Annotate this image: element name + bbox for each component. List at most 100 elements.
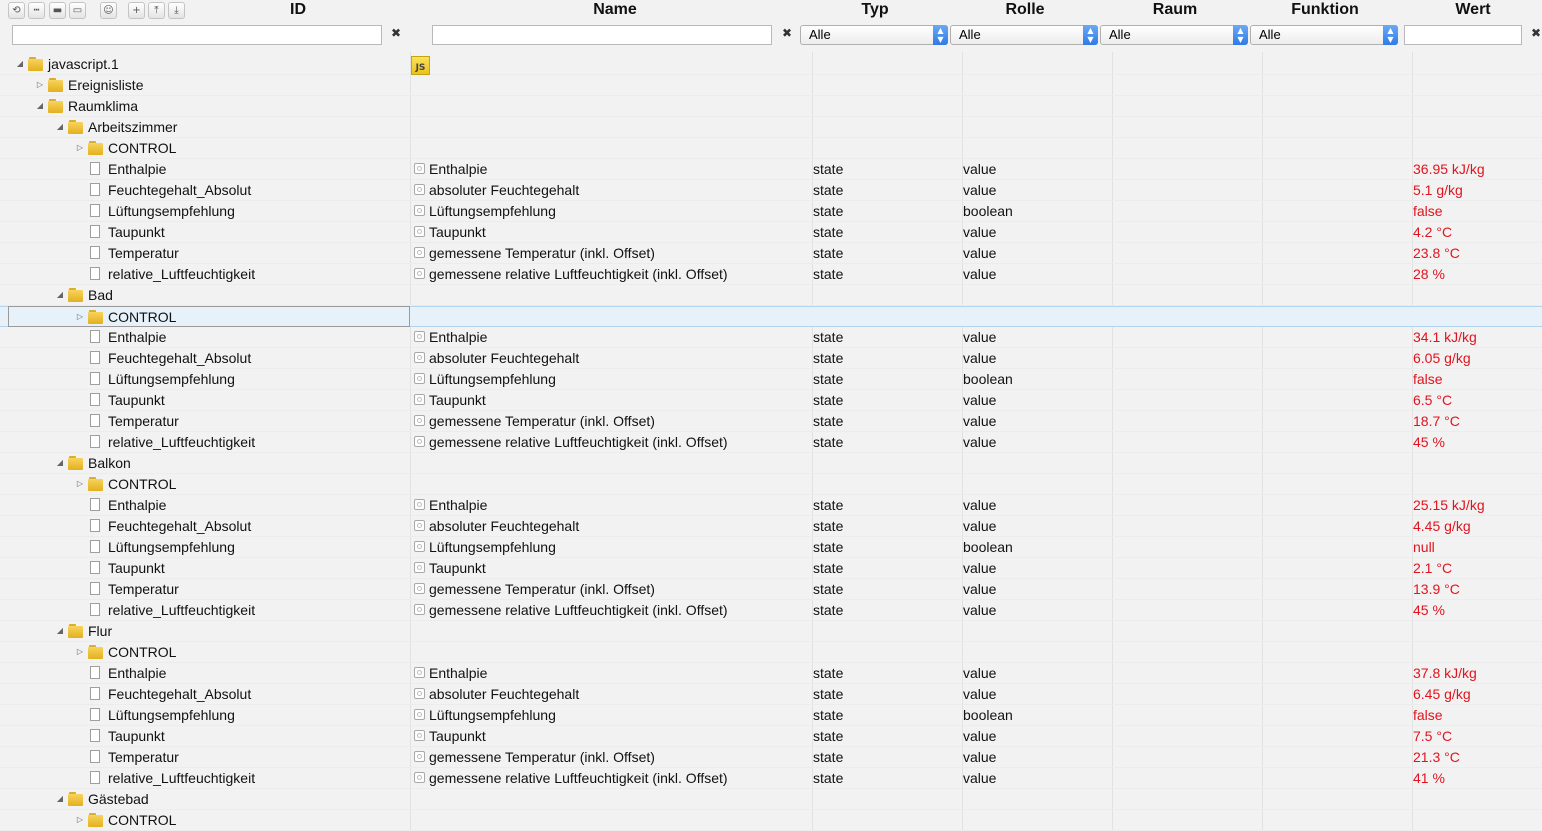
wert-cell[interactable]: 25.15 kJ/kg — [1413, 495, 1485, 515]
name-filter-clear-icon[interactable]: ✖ — [779, 25, 795, 41]
list-icon[interactable]: ┅ — [28, 2, 45, 19]
name-cell[interactable]: absoluter Feuchtegehalt — [414, 348, 579, 368]
tree-row[interactable]: Taupunkt Taupunkt state value 2.1 °C — [0, 558, 1542, 579]
raum-filter-select[interactable]: Alle ▲ ▼ — [1100, 25, 1248, 45]
column-header-typ[interactable]: Typ — [800, 0, 950, 22]
name-cell[interactable]: gemessene Temperatur (inkl. Offset) — [414, 243, 655, 263]
name-cell[interactable]: Taupunkt — [414, 726, 486, 746]
name-cell[interactable]: Taupunkt — [414, 222, 486, 242]
tree-row[interactable]: Lüftungsempfehlung Lüftungsempfehlung stat… — [0, 537, 1542, 558]
tree-row[interactable]: Temperatur gemessene Temperatur (inkl. Of… — [0, 579, 1542, 600]
collapsed-triangle-icon[interactable]: ▷ — [74, 474, 86, 494]
id-cell[interactable]: ▷ CONTROL — [74, 138, 177, 158]
id-cell[interactable]: relative_Luftfeuchtigkeit — [74, 264, 255, 284]
wert-cell[interactable]: 23.8 °C — [1413, 243, 1460, 263]
expanded-triangle-icon[interactable]: ◢ — [54, 285, 66, 305]
tree-row[interactable]: ◢ javascript.1 JS — [0, 54, 1542, 75]
wert-cell[interactable]: 18.7 °C — [1413, 411, 1460, 431]
id-cell[interactable]: ◢ Arbeitszimmer — [54, 117, 178, 137]
expanded-triangle-icon[interactable]: ◢ — [14, 54, 26, 74]
id-cell[interactable]: Lüftungsempfehlung — [74, 369, 235, 389]
rolle-filter-select[interactable]: Alle ▲ ▼ — [950, 25, 1098, 45]
column-header-rolle[interactable]: Rolle — [950, 0, 1100, 22]
tree-row[interactable]: Enthalpie Enthalpie state value 37.8 kJ/kg — [0, 663, 1542, 684]
wert-cell[interactable]: 6.45 g/kg — [1413, 684, 1471, 704]
id-filter-input[interactable] — [12, 25, 382, 45]
column-header-funktion[interactable]: Funktion — [1250, 0, 1400, 22]
refresh-icon[interactable]: ⟲ — [8, 2, 25, 19]
name-cell[interactable]: Taupunkt — [414, 390, 486, 410]
column-header-raum[interactable]: Raum — [1100, 0, 1250, 22]
tree-row[interactable]: Lüftungsempfehlung Lüftungsempfehlung stat… — [0, 369, 1542, 390]
tree-row[interactable]: Temperatur gemessene Temperatur (inkl. Of… — [0, 411, 1542, 432]
name-cell[interactable]: gemessene relative Luftfeuchtigkeit (ink… — [414, 264, 728, 284]
expanded-triangle-icon[interactable]: ◢ — [54, 453, 66, 473]
tree-row[interactable]: relative_Luftfeuchtigkeit gemessene relat… — [0, 264, 1542, 285]
id-cell[interactable]: Temperatur — [74, 411, 179, 431]
column-header-wert[interactable]: Wert — [1403, 0, 1542, 22]
id-cell[interactable]: ▷ Ereignisliste — [34, 75, 144, 95]
tree-row[interactable]: ◢ Arbeitszimmer — [0, 117, 1542, 138]
folder-closed-icon[interactable]: ▬ — [49, 2, 66, 19]
wert-cell[interactable]: 21.3 °C — [1413, 747, 1460, 767]
tree-row[interactable]: Taupunkt Taupunkt state value 7.5 °C — [0, 726, 1542, 747]
id-cell[interactable]: Lüftungsempfehlung — [74, 537, 235, 557]
id-cell[interactable]: Temperatur — [74, 579, 179, 599]
tree-row[interactable]: relative_Luftfeuchtigkeit gemessene relat… — [0, 432, 1542, 453]
name-cell[interactable]: gemessene relative Luftfeuchtigkeit (ink… — [414, 768, 728, 788]
id-cell[interactable]: ▷ CONTROL — [74, 810, 177, 830]
wert-cell[interactable]: 2.1 °C — [1413, 558, 1452, 578]
tree-row[interactable]: Lüftungsempfehlung Lüftungsempfehlung stat… — [0, 705, 1542, 726]
id-cell[interactable]: Enthalpie — [74, 327, 166, 347]
id-cell[interactable]: Temperatur — [74, 747, 179, 767]
wert-cell[interactable]: false — [1413, 705, 1443, 725]
collapsed-triangle-icon[interactable]: ▷ — [74, 307, 86, 327]
name-cell[interactable]: Taupunkt — [414, 558, 486, 578]
id-cell[interactable]: Feuchtegehalt_Absolut — [74, 516, 251, 536]
collapsed-triangle-icon[interactable]: ▷ — [74, 810, 86, 830]
tree-row[interactable]: relative_Luftfeuchtigkeit gemessene relat… — [0, 600, 1542, 621]
funktion-filter-select[interactable]: Alle ▲ ▼ — [1250, 25, 1398, 45]
collapsed-triangle-icon[interactable]: ▷ — [74, 138, 86, 158]
tree-row[interactable]: ▷ CONTROL — [0, 642, 1542, 663]
id-cell[interactable]: Feuchtegehalt_Absolut — [74, 684, 251, 704]
tree-row[interactable]: Enthalpie Enthalpie state value 36.95 kJ/kg — [0, 159, 1542, 180]
typ-filter-select[interactable]: Alle ▲ ▼ — [800, 25, 948, 45]
wert-cell[interactable]: null — [1413, 537, 1435, 557]
tree-row[interactable]: ▷ CONTROL — [0, 474, 1542, 495]
id-filter-clear-icon[interactable]: ✖ — [388, 25, 404, 41]
id-cell[interactable]: ◢ Bad — [54, 285, 113, 305]
tree-row[interactable]: Enthalpie Enthalpie state value 25.15 kJ/kg — [0, 495, 1542, 516]
tree-row[interactable]: ▷ Ereignisliste — [0, 75, 1542, 96]
wert-cell[interactable]: 34.1 kJ/kg — [1413, 327, 1477, 347]
name-cell[interactable]: gemessene Temperatur (inkl. Offset) — [414, 579, 655, 599]
name-cell[interactable]: Lüftungsempfehlung — [414, 537, 556, 557]
wert-cell[interactable]: 6.5 °C — [1413, 390, 1452, 410]
tree-row[interactable]: ▷ CONTROL — [0, 810, 1542, 831]
id-cell[interactable]: relative_Luftfeuchtigkeit — [74, 600, 255, 620]
id-cell[interactable]: Temperatur — [74, 243, 179, 263]
tree-row[interactable]: Taupunkt Taupunkt state value 6.5 °C — [0, 390, 1542, 411]
id-cell[interactable]: relative_Luftfeuchtigkeit — [74, 432, 255, 452]
id-cell[interactable]: Enthalpie — [74, 159, 166, 179]
id-cell[interactable]: Lüftungsempfehlung — [74, 705, 235, 725]
collapsed-triangle-icon[interactable]: ▷ — [34, 75, 46, 95]
id-cell[interactable]: Lüftungsempfehlung — [74, 201, 235, 221]
wert-cell[interactable]: 7.5 °C — [1413, 726, 1452, 746]
tree-row[interactable]: Enthalpie Enthalpie state value 34.1 kJ/kg — [0, 327, 1542, 348]
wert-cell[interactable]: false — [1413, 201, 1443, 221]
tree-row[interactable]: relative_Luftfeuchtigkeit gemessene relat… — [0, 768, 1542, 789]
name-cell[interactable]: absoluter Feuchtegehalt — [414, 180, 579, 200]
tree-row[interactable]: Temperatur gemessene Temperatur (inkl. Of… — [0, 243, 1542, 264]
id-cell[interactable]: Taupunkt — [74, 726, 165, 746]
tree-row[interactable]: Temperatur gemessene Temperatur (inkl. Of… — [0, 747, 1542, 768]
tree-row[interactable]: Feuchtegehalt_Absolut absoluter Feuchtege… — [0, 180, 1542, 201]
expanded-triangle-icon[interactable]: ◢ — [34, 96, 46, 116]
name-cell[interactable]: Enthalpie — [414, 159, 487, 179]
tree-row[interactable]: Lüftungsempfehlung Lüftungsempfehlung stat… — [0, 201, 1542, 222]
id-cell[interactable]: Enthalpie — [74, 663, 166, 683]
id-cell[interactable]: ▷ CONTROL — [74, 474, 177, 494]
id-cell[interactable]: ◢ Gästebad — [54, 789, 149, 809]
id-cell[interactable]: Taupunkt — [74, 558, 165, 578]
tree-row[interactable]: ▷ CONTROL — [0, 306, 1542, 327]
